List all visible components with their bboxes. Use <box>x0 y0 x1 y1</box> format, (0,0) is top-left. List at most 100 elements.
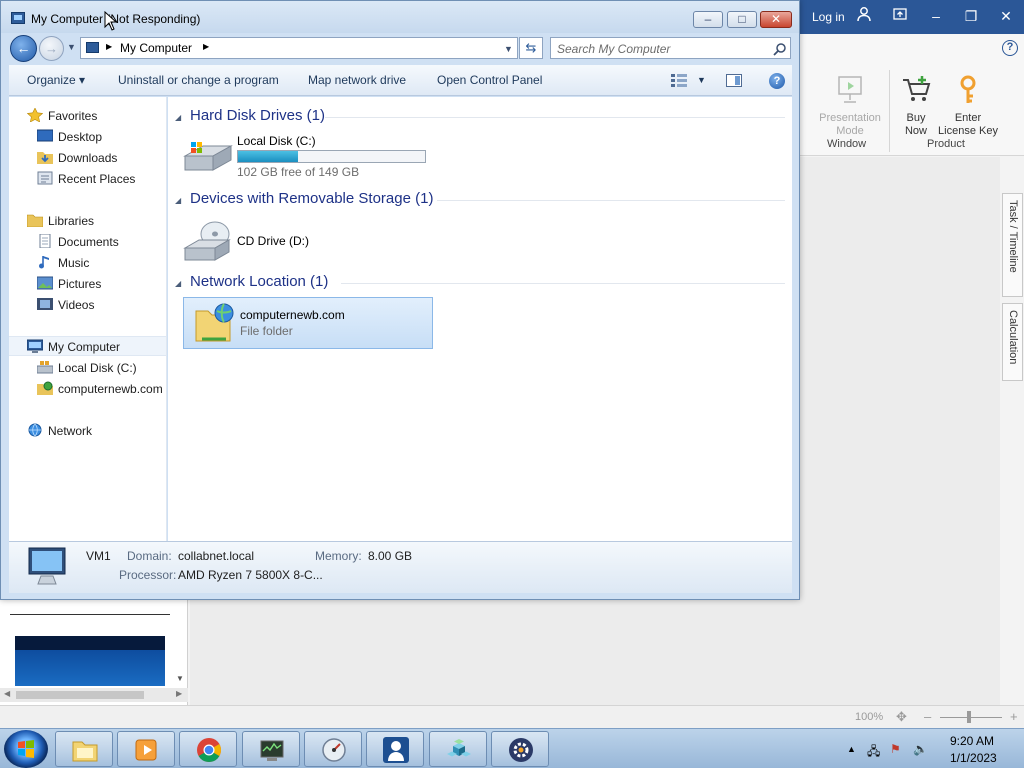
scroll-right-arrow[interactable]: ▶ <box>176 689 182 698</box>
search-input[interactable] <box>557 41 763 56</box>
local-disk-item[interactable]: Local Disk (C:) 102 GB free of 149 GB <box>183 134 433 179</box>
zoom-out-button[interactable]: – <box>924 709 931 724</box>
taskbar-system-monitor[interactable] <box>242 731 300 767</box>
app-minimize-button[interactable]: – <box>926 6 946 26</box>
volume-icon[interactable]: 🔈 <box>913 742 928 756</box>
nav-libraries[interactable]: Libraries <box>27 211 94 231</box>
fit-icon[interactable]: ✥ <box>896 709 907 725</box>
nav-pictures[interactable]: Pictures <box>37 274 101 294</box>
network-folder-icon <box>195 303 234 342</box>
user-icon[interactable] <box>854 6 874 26</box>
group-removable-storage[interactable]: ◢ Devices with Removable Storage (1) <box>175 190 785 210</box>
group-divider <box>325 117 785 118</box>
nav-network[interactable]: Network <box>27 421 92 441</box>
breadcrumb-chevron-icon[interactable]: ▶ <box>203 42 209 51</box>
taskbar-cubes-app[interactable] <box>429 731 487 767</box>
breadcrumb-my-computer[interactable]: My Computer <box>120 41 192 55</box>
nav-desktop[interactable]: Desktop <box>37 127 102 147</box>
tab-calculation[interactable]: Calculation <box>1002 303 1023 381</box>
videos-icon <box>37 298 53 310</box>
help-icon[interactable]: ? <box>769 73 785 89</box>
organize-menu[interactable]: Organize ▾ <box>27 73 85 87</box>
scrollbar-thumb[interactable] <box>16 691 144 699</box>
open-control-panel-button[interactable]: Open Control Panel <box>437 73 542 87</box>
forward-button[interactable]: → <box>39 36 64 61</box>
nav-favorites[interactable]: Favorites <box>27 106 97 126</box>
zoom-in-button[interactable]: + <box>1010 709 1018 724</box>
collapse-triangle-icon[interactable]: ◢ <box>175 113 181 122</box>
horizontal-scrollbar[interactable]: ◀ ▶ <box>0 688 188 702</box>
app-statusbar: 100% ✥ – + <box>0 705 1024 728</box>
nav-computernewb[interactable]: computernewb.com <box>37 379 163 399</box>
action-center-icon[interactable]: ⚑ <box>890 742 901 756</box>
show-hidden-icons-arrow[interactable]: ▲ <box>847 744 856 754</box>
nav-videos[interactable]: Videos <box>37 295 94 315</box>
collapse-triangle-icon[interactable]: ◢ <box>175 279 181 288</box>
nav-local-disk[interactable]: Local Disk (C:) <box>37 358 137 378</box>
view-options-arrow[interactable]: ▼ <box>697 75 706 85</box>
taskbar-settings-app[interactable] <box>491 731 549 767</box>
collapse-triangle-icon[interactable]: ◢ <box>175 196 181 205</box>
address-bar[interactable]: ▶ My Computer ▶ ▼ <box>80 37 518 59</box>
change-view-icon[interactable] <box>671 74 687 87</box>
start-button[interactable] <box>4 730 48 768</box>
group-divider <box>437 200 785 201</box>
app-help-icon[interactable]: ? <box>1002 40 1018 56</box>
refresh-button[interactable]: ⇆ <box>519 37 543 59</box>
login-link[interactable]: Log in <box>812 10 845 24</box>
cd-drive-item[interactable]: CD Drive (D:) <box>183 220 383 264</box>
buy-now-button[interactable]: Buy Now <box>896 74 936 138</box>
zoom-slider[interactable] <box>940 717 1002 718</box>
nav-documents[interactable]: Documents <box>37 232 119 252</box>
close-button[interactable]: ✕ <box>760 11 792 28</box>
uninstall-program-button[interactable]: Uninstall or change a program <box>118 73 279 87</box>
scroll-left-arrow[interactable]: ◀ <box>4 689 10 698</box>
minimize-button[interactable]: – <box>693 11 723 28</box>
group-network-location[interactable]: ◢ Network Location (1) <box>175 273 785 293</box>
cd-drive-name: CD Drive (D:) <box>237 234 309 248</box>
app-restore-button[interactable]: ❐ <box>961 6 981 26</box>
maximize-button[interactable]: □ <box>727 11 757 28</box>
presentation-mode-button[interactable]: Presentation Mode <box>814 74 886 138</box>
back-button[interactable]: ← <box>10 35 37 62</box>
disk-usage-fill <box>238 151 298 162</box>
clock-time[interactable]: 9:20 AM <box>950 734 994 748</box>
cubes-icon <box>447 739 471 757</box>
address-dropdown-arrow[interactable]: ▼ <box>504 44 513 54</box>
window-titlebar[interactable]: My Computer (Not Responding) – □ ✕ <box>1 1 799 33</box>
app-close-button[interactable]: ✕ <box>996 6 1016 26</box>
recent-pages-arrow[interactable]: ▼ <box>67 42 76 52</box>
search-box[interactable] <box>550 37 791 59</box>
cd-drive-icon <box>183 221 231 261</box>
enter-license-key-button[interactable]: Enter License Key <box>938 74 998 138</box>
preview-pane-icon[interactable] <box>726 74 742 87</box>
taskbar-media-player[interactable] <box>117 731 175 767</box>
fullscreen-icon[interactable] <box>890 6 910 26</box>
nav-my-computer[interactable]: My Computer <box>9 336 166 356</box>
computer-icon <box>86 42 99 53</box>
taskbar-explorer[interactable] <box>55 731 113 767</box>
explorer-window: My Computer (Not Responding) – □ ✕ ← → ▼… <box>0 0 800 600</box>
nav-music[interactable]: Music <box>37 253 89 273</box>
slide-thumbnail[interactable] <box>15 636 165 686</box>
ribbon-group-window: Window <box>827 138 867 150</box>
breadcrumb-chevron-icon[interactable]: ▶ <box>106 42 112 51</box>
zoom-slider-knob[interactable] <box>967 711 971 723</box>
network-tray-icon[interactable]: 🖧 <box>867 742 880 763</box>
taskbar-chrome[interactable] <box>179 731 237 767</box>
mouse-cursor-icon <box>104 11 118 31</box>
network-location-item[interactable]: computernewb.com File folder <box>183 297 433 349</box>
map-network-drive-button[interactable]: Map network drive <box>308 73 406 87</box>
group-hard-disk-drives[interactable]: ◢ Hard Disk Drives (1) <box>175 107 785 127</box>
taskbar-gauge-app[interactable] <box>304 731 362 767</box>
tab-task-timeline[interactable]: Task / Timeline <box>1002 193 1023 297</box>
nav-recent-places[interactable]: Recent Places <box>37 169 135 189</box>
computer-icon <box>27 339 43 353</box>
pictures-icon <box>37 276 53 290</box>
scroll-down-arrow[interactable]: ▼ <box>176 674 184 683</box>
nav-downloads[interactable]: Downloads <box>37 148 117 168</box>
clock-date[interactable]: 1/1/2023 <box>950 751 997 765</box>
monitor-chip-icon <box>260 740 284 761</box>
search-icon[interactable] <box>773 42 787 56</box>
taskbar-user-app[interactable] <box>366 731 424 767</box>
